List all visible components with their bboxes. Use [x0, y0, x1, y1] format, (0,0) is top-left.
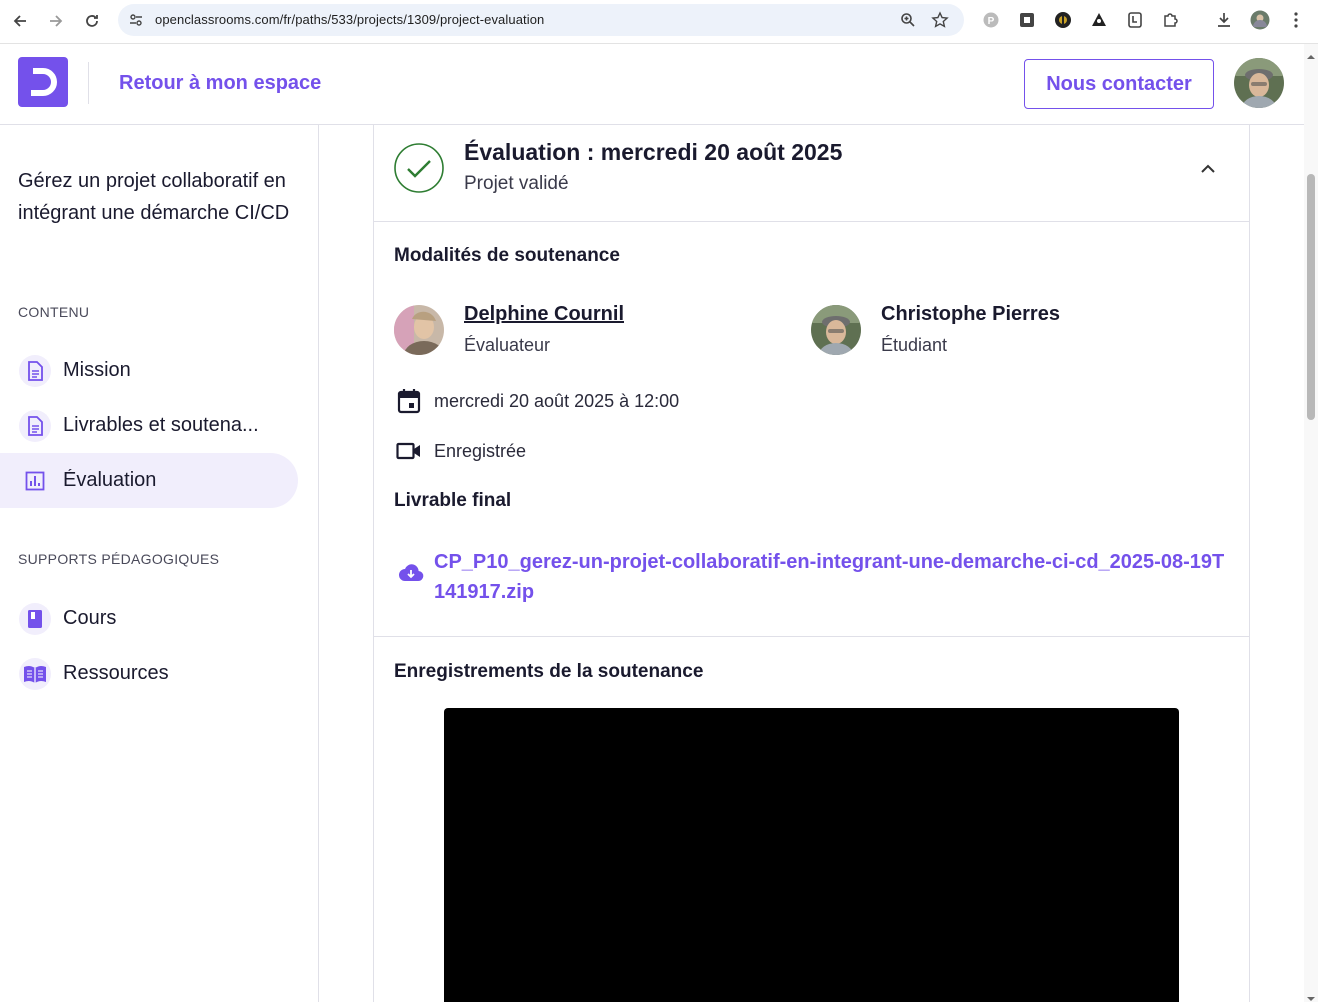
recording-row: Enregistrée	[394, 436, 526, 466]
sidebar-item-label: Évaluation	[63, 469, 157, 491]
deliverable-file-link[interactable]: CP_P10_gerez-un-projet-collaboratif-en-i…	[434, 547, 1234, 607]
document-icon	[19, 354, 51, 387]
back-icon[interactable]	[7, 8, 33, 34]
evaluation-header[interactable]: Évaluation : mercredi 20 août 2025 Proje…	[374, 125, 1249, 222]
menu-icon[interactable]	[1286, 10, 1306, 30]
open-book-icon	[19, 657, 51, 690]
page-scrollbar[interactable]	[1304, 44, 1318, 1002]
student-avatar	[811, 305, 861, 355]
student-role: Étudiant	[881, 335, 948, 355]
back-to-space-link[interactable]: Retour à mon espace	[119, 72, 321, 95]
scroll-down-arrow[interactable]	[1307, 990, 1315, 1001]
sidebar-item-mission[interactable]: Mission	[0, 343, 298, 398]
sidebar-item-label: Livrables et soutena...	[63, 414, 259, 436]
defense-date-row: mercredi 20 août 2025 à 12:00	[394, 386, 679, 416]
check-circle-icon	[394, 143, 444, 193]
evaluation-title: Évaluation : mercredi 20 août 2025	[464, 139, 843, 165]
zoom-icon[interactable]	[898, 10, 918, 30]
support-section-label: SUPPORTS PÉDAGOGIQUES	[18, 551, 220, 567]
extension-p-icon[interactable]: P	[981, 10, 1001, 30]
scroll-up-arrow[interactable]	[1307, 48, 1315, 59]
puzzle-icon[interactable]	[1161, 10, 1181, 30]
cloud-download-icon[interactable]	[398, 563, 424, 589]
bookmark-star-icon[interactable]	[930, 10, 950, 30]
sidebar-item-livrables[interactable]: Livrables et soutena...	[0, 398, 298, 453]
site-header: Retour à mon espace Nous contacter	[0, 44, 1304, 125]
modalities-heading: Modalités de soutenance	[394, 245, 620, 266]
sidebar-item-label: Ressources	[63, 662, 169, 684]
evaluation-status: Projet validé	[464, 173, 569, 194]
defense-date: mercredi 20 août 2025 à 12:00	[434, 390, 680, 411]
extension-triangle-icon[interactable]	[1089, 10, 1109, 30]
video-camera-icon	[394, 436, 424, 466]
sidebar-item-ressources[interactable]: Ressources	[0, 646, 298, 701]
extension-circle-icon[interactable]	[1053, 10, 1073, 30]
recordings-heading: Enregistrements de la soutenance	[394, 661, 704, 682]
forward-icon[interactable]	[43, 8, 69, 34]
sidebar-item-label: Cours	[63, 607, 117, 629]
svg-text:P: P	[988, 16, 995, 27]
student-name: Christophe Pierres	[881, 303, 1060, 325]
openclassrooms-logo[interactable]	[18, 57, 68, 107]
address-bar[interactable]: openclassrooms.com/fr/paths/533/projects…	[118, 4, 964, 36]
site-info-icon[interactable]	[126, 10, 146, 30]
section-divider	[374, 636, 1249, 637]
document-icon	[19, 409, 51, 442]
deliverable-heading: Livrable final	[394, 490, 512, 511]
download-icon[interactable]	[1214, 10, 1234, 30]
contact-button[interactable]: Nous contacter	[1024, 59, 1214, 109]
evaluator-name-link[interactable]: Delphine Cournil	[464, 303, 624, 326]
evaluator-avatar	[394, 305, 444, 355]
book-icon	[19, 602, 51, 635]
browser-toolbar: openclassrooms.com/fr/paths/533/projects…	[0, 0, 1318, 44]
defense-video-player[interactable]	[444, 708, 1179, 1002]
recording-status: Enregistrée	[434, 440, 527, 461]
evaluation-card: Évaluation : mercredi 20 août 2025 Proje…	[373, 125, 1250, 1002]
sidebar-item-evaluation[interactable]: Évaluation	[0, 453, 298, 508]
content-section-label: CONTENU	[18, 304, 90, 320]
extension-shield-icon[interactable]	[1125, 10, 1145, 30]
evaluator-card: Delphine Cournil Évaluateur	[394, 303, 774, 355]
sidebar: Gérez un projet collaboratif en intégran…	[0, 125, 319, 1002]
evaluator-role: Évaluateur	[464, 335, 551, 355]
avatar[interactable]	[1234, 58, 1284, 108]
calendar-icon	[394, 386, 424, 416]
profile-icon[interactable]	[1250, 10, 1270, 30]
chart-icon	[19, 465, 51, 497]
header-divider	[88, 62, 89, 104]
student-card: Christophe Pierres Étudiant	[811, 303, 1211, 355]
project-title: Gérez un projet collaboratif en intégran…	[18, 170, 290, 224]
sidebar-item-label: Mission	[63, 359, 131, 381]
sidebar-item-cours[interactable]: Cours	[0, 591, 298, 646]
extension-puzzle-dark-icon[interactable]	[1017, 10, 1037, 30]
reload-icon[interactable]	[79, 8, 105, 34]
url-text[interactable]: openclassrooms.com/fr/paths/533/projects…	[155, 12, 544, 27]
chevron-up-icon[interactable]	[1196, 157, 1220, 181]
scroll-thumb[interactable]	[1307, 174, 1315, 420]
